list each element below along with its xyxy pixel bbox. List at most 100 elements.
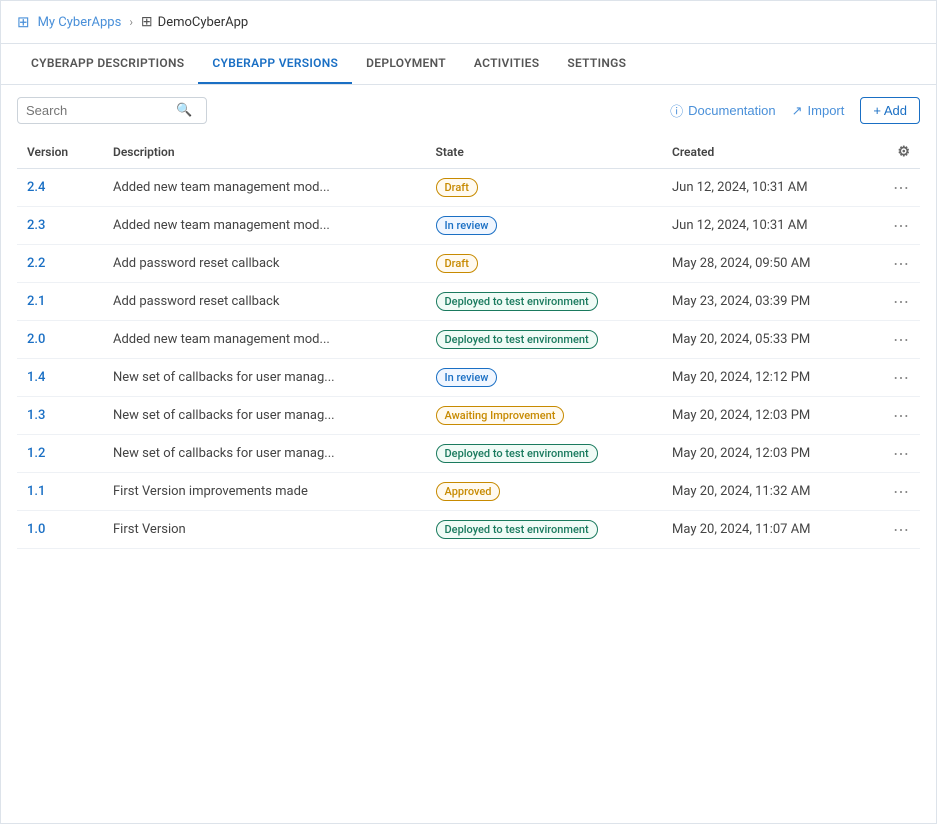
row-actions[interactable]: ⋯ (877, 283, 920, 321)
state-cell: Deployed to test environment (426, 435, 663, 473)
table-row: 1.3 New set of callbacks for user manag.… (17, 397, 920, 435)
description-cell: Add password reset callback (103, 245, 426, 283)
breadcrumb-home-link[interactable]: My CyberApps (38, 15, 122, 30)
state-badge: Draft (436, 178, 478, 197)
tab-settings[interactable]: SETTINGS (553, 44, 640, 84)
col-version: Version (17, 136, 103, 169)
row-actions[interactable]: ⋯ (877, 245, 920, 283)
description-cell: New set of callbacks for user manag... (103, 397, 426, 435)
table-row: 2.2 Add password reset callback Draft Ma… (17, 245, 920, 283)
description-cell: Added new team management mod... (103, 207, 426, 245)
state-badge: Draft (436, 254, 478, 273)
breadcrumb-current: ⊞ DemoCyberApp (141, 14, 248, 30)
state-cell: Deployed to test environment (426, 511, 663, 549)
state-badge: Deployed to test environment (436, 520, 598, 539)
row-actions[interactable]: ⋯ (877, 435, 920, 473)
version-cell: 2.4 (17, 169, 103, 207)
tab-versions[interactable]: CYBERAPP VERSIONS (198, 44, 352, 84)
col-created: Created (662, 136, 877, 169)
created-cell: May 20, 2024, 12:03 PM (662, 435, 877, 473)
search-input[interactable] (26, 103, 176, 118)
row-actions[interactable]: ⋯ (877, 359, 920, 397)
row-actions[interactable]: ⋯ (877, 511, 920, 549)
state-cell: In review (426, 207, 663, 245)
version-link[interactable]: 2.3 (27, 218, 45, 233)
search-icon[interactable]: 🔍 (176, 103, 192, 118)
version-cell: 2.2 (17, 245, 103, 283)
version-cell: 1.0 (17, 511, 103, 549)
toolbar: 🔍 ⓘ Documentation ↗ Import + Add (1, 85, 936, 136)
row-actions[interactable]: ⋯ (877, 473, 920, 511)
state-badge: Deployed to test environment (436, 292, 598, 311)
version-link[interactable]: 2.2 (27, 256, 45, 271)
tab-deployment[interactable]: DEPLOYMENT (352, 44, 460, 84)
state-badge: In review (436, 216, 498, 235)
col-state: State (426, 136, 663, 169)
created-cell: May 20, 2024, 12:12 PM (662, 359, 877, 397)
state-cell: Deployed to test environment (426, 283, 663, 321)
created-cell: May 20, 2024, 12:03 PM (662, 397, 877, 435)
row-actions[interactable]: ⋯ (877, 397, 920, 435)
version-link[interactable]: 2.0 (27, 332, 45, 347)
created-cell: May 20, 2024, 05:33 PM (662, 321, 877, 359)
app-icon: ⊞ (141, 14, 153, 30)
tab-descriptions[interactable]: CYBERAPP DESCRIPTIONS (17, 44, 198, 84)
state-cell: In review (426, 359, 663, 397)
row-actions[interactable]: ⋯ (877, 321, 920, 359)
created-cell: May 28, 2024, 09:50 AM (662, 245, 877, 283)
version-cell: 2.3 (17, 207, 103, 245)
version-link[interactable]: 1.2 (27, 446, 45, 461)
import-button[interactable]: ↗ Import (792, 103, 845, 119)
state-cell: Draft (426, 245, 663, 283)
created-cell: Jun 12, 2024, 10:31 AM (662, 207, 877, 245)
created-cell: Jun 12, 2024, 10:31 AM (662, 169, 877, 207)
version-cell: 2.1 (17, 283, 103, 321)
created-cell: May 20, 2024, 11:32 AM (662, 473, 877, 511)
description-cell: Add password reset callback (103, 283, 426, 321)
table-row: 2.0 Added new team management mod... Dep… (17, 321, 920, 359)
versions-table: Version Description State Created ⚙ 2.4 … (1, 136, 936, 549)
gear-icon[interactable]: ⚙ (897, 144, 910, 160)
version-cell: 1.1 (17, 473, 103, 511)
state-badge: In review (436, 368, 498, 387)
description-cell: Added new team management mod... (103, 169, 426, 207)
table-header-row: Version Description State Created ⚙ (17, 136, 920, 169)
description-cell: New set of callbacks for user manag... (103, 359, 426, 397)
version-link[interactable]: 1.1 (27, 484, 45, 499)
add-button[interactable]: + Add (860, 97, 920, 124)
tab-bar: CYBERAPP DESCRIPTIONS CYBERAPP VERSIONS … (1, 44, 936, 85)
state-badge: Awaiting Improvement (436, 406, 565, 425)
row-actions[interactable]: ⋯ (877, 207, 920, 245)
state-cell: Deployed to test environment (426, 321, 663, 359)
table-row: 1.1 First Version improvements made Appr… (17, 473, 920, 511)
version-link[interactable]: 2.1 (27, 294, 45, 309)
state-badge: Deployed to test environment (436, 330, 598, 349)
version-cell: 1.2 (17, 435, 103, 473)
state-badge: Deployed to test environment (436, 444, 598, 463)
version-link[interactable]: 1.3 (27, 408, 45, 423)
version-link[interactable]: 2.4 (27, 180, 45, 195)
table-row: 2.3 Added new team management mod... In … (17, 207, 920, 245)
version-link[interactable]: 1.0 (27, 522, 45, 537)
description-cell: New set of callbacks for user manag... (103, 435, 426, 473)
col-actions: ⚙ (877, 136, 920, 169)
row-actions[interactable]: ⋯ (877, 169, 920, 207)
created-cell: May 20, 2024, 11:07 AM (662, 511, 877, 549)
tab-activities[interactable]: ACTIVITIES (460, 44, 553, 84)
table-row: 2.4 Added new team management mod... Dra… (17, 169, 920, 207)
version-link[interactable]: 1.4 (27, 370, 45, 385)
table-row: 1.2 New set of callbacks for user manag.… (17, 435, 920, 473)
home-icon: ⊞ (17, 13, 30, 31)
documentation-button[interactable]: ⓘ Documentation (670, 101, 775, 120)
state-cell: Draft (426, 169, 663, 207)
state-cell: Awaiting Improvement (426, 397, 663, 435)
created-cell: May 23, 2024, 03:39 PM (662, 283, 877, 321)
state-badge: Approved (436, 482, 501, 501)
version-cell: 2.0 (17, 321, 103, 359)
breadcrumb-separator: › (129, 15, 133, 29)
version-cell: 1.4 (17, 359, 103, 397)
table-row: 2.1 Add password reset callback Deployed… (17, 283, 920, 321)
info-icon: ⓘ (670, 101, 683, 120)
description-cell: First Version (103, 511, 426, 549)
import-icon: ↗ (792, 103, 803, 119)
